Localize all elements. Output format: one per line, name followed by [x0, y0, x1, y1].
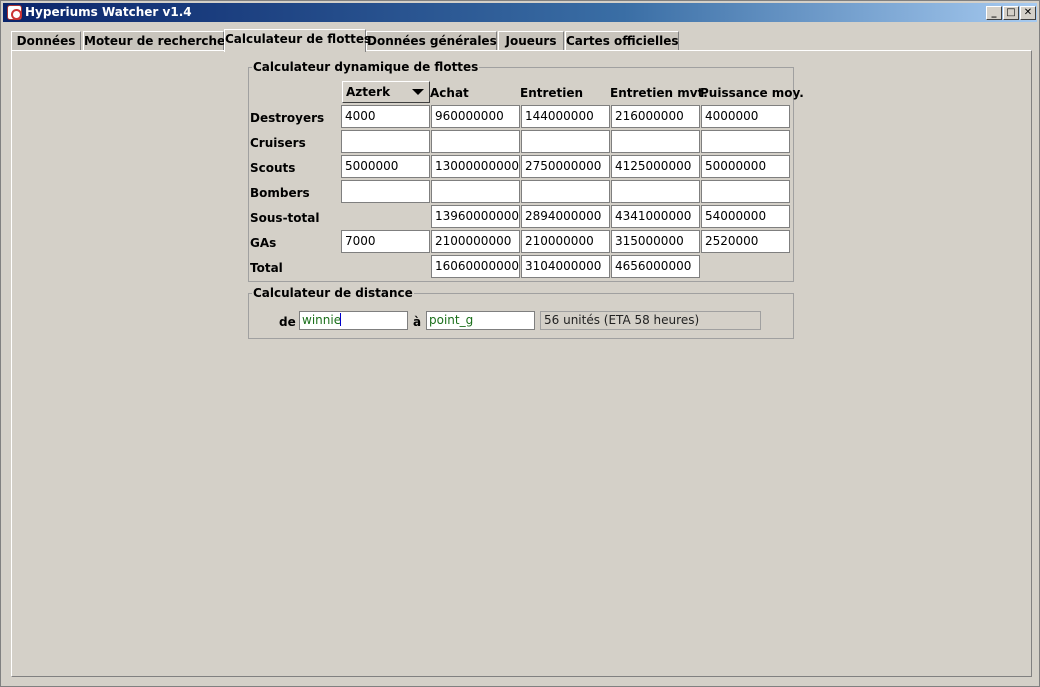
app-icon: [7, 5, 22, 20]
to-label: à: [413, 315, 422, 329]
total-achat-field: 16060000000: [431, 255, 520, 278]
scouts-entretien-field: 2750000000: [521, 155, 610, 178]
cruisers-entretien-mvt-field: [611, 130, 700, 153]
race-select[interactable]: Azterk: [342, 81, 430, 103]
cruisers-entretien-field: [521, 130, 610, 153]
distance-calculator-legend: Calculateur de distance: [252, 286, 414, 300]
title-bar[interactable]: Hyperiums Watcher v1.4 _ □ ✕: [3, 3, 1037, 22]
row-label-gas: GAs: [250, 236, 277, 250]
distance-calculator-group: Calculateur de distance de winnie à poin…: [248, 286, 794, 339]
gas-entretien-field: 210000000: [521, 230, 610, 253]
destroyers-qty-input[interactable]: 4000: [341, 105, 430, 128]
minimize-button[interactable]: _: [986, 6, 1002, 20]
gas-qty-input[interactable]: 7000: [341, 230, 430, 253]
close-button[interactable]: ✕: [1020, 6, 1036, 20]
scouts-entretien-mvt-field: 4125000000: [611, 155, 700, 178]
tab-moteur-de-recherche[interactable]: Moteur de recherche: [83, 31, 225, 51]
text-caret: [340, 313, 342, 326]
bombers-entretien-field: [521, 180, 610, 203]
tab-cartes-officielles[interactable]: Cartes officielles: [565, 31, 679, 51]
subtotal-achat-field: 13960000000: [431, 205, 520, 228]
fleet-calculator-group: Calculateur dynamique de flottes Azterk …: [248, 60, 804, 282]
bombers-qty-input[interactable]: [341, 180, 430, 203]
destroyers-entretien-field: 144000000: [521, 105, 610, 128]
header-entretien: Entretien: [520, 86, 584, 100]
to-planet-input[interactable]: point_g: [426, 311, 535, 330]
app-window: Hyperiums Watcher v1.4 _ □ ✕ Données Mot…: [0, 0, 1040, 687]
tab-content-panel: Calculateur dynamique de flottes Azterk …: [11, 50, 1032, 677]
row-label-cruisers: Cruisers: [250, 136, 306, 150]
destroyers-entretien-mvt-field: 216000000: [611, 105, 700, 128]
row-label-total: Total: [250, 261, 283, 275]
tab-joueurs[interactable]: Joueurs: [498, 31, 564, 51]
scouts-puissance-field: 50000000: [701, 155, 790, 178]
row-label-sous-total: Sous-total: [250, 211, 320, 225]
destroyers-puissance-field: 4000000: [701, 105, 790, 128]
row-label-scouts: Scouts: [250, 161, 296, 175]
gas-achat-field: 2100000000: [431, 230, 520, 253]
fleet-calculator-legend: Calculateur dynamique de flottes: [252, 60, 480, 74]
header-achat: Achat: [430, 86, 469, 100]
bombers-achat-field: [431, 180, 520, 203]
bombers-entretien-mvt-field: [611, 180, 700, 203]
subtotal-entretien-mvt-field: 4341000000: [611, 205, 700, 228]
tab-calculateur-de-flottes[interactable]: Calculateur de flottes: [224, 29, 371, 52]
from-planet-input[interactable]: winnie: [299, 311, 408, 330]
total-entretien-field: 3104000000: [521, 255, 610, 278]
scouts-achat-field: 13000000000: [431, 155, 520, 178]
total-entretien-mvt-field: 4656000000: [611, 255, 700, 278]
from-label: de: [279, 315, 296, 329]
row-label-destroyers: Destroyers: [250, 111, 325, 125]
chevron-down-icon[interactable]: [412, 89, 424, 95]
gas-puissance-field: 2520000: [701, 230, 790, 253]
header-puissance-moy: Puissance moy.: [700, 86, 804, 100]
subtotal-puissance-field: 54000000: [701, 205, 790, 228]
from-planet-value: winnie: [302, 313, 342, 327]
header-entretien-mvt: Entretien mvt.: [610, 86, 708, 100]
cruisers-achat-field: [431, 130, 520, 153]
gas-entretien-mvt-field: 315000000: [611, 230, 700, 253]
destroyers-achat-field: 960000000: [431, 105, 520, 128]
bombers-puissance-field: [701, 180, 790, 203]
window-title: Hyperiums Watcher v1.4: [25, 5, 192, 19]
maximize-button[interactable]: □: [1003, 6, 1019, 20]
row-label-bombers: Bombers: [250, 186, 310, 200]
subtotal-entretien-field: 2894000000: [521, 205, 610, 228]
race-select-value: Azterk: [346, 85, 391, 99]
tab-donnees[interactable]: Données: [11, 31, 81, 51]
tab-donnees-generales[interactable]: Données générales: [366, 31, 497, 51]
distance-result-field: 56 unités (ETA 58 heures): [540, 311, 761, 330]
cruisers-qty-input[interactable]: [341, 130, 430, 153]
cruisers-puissance-field: [701, 130, 790, 153]
scouts-qty-input[interactable]: 5000000: [341, 155, 430, 178]
